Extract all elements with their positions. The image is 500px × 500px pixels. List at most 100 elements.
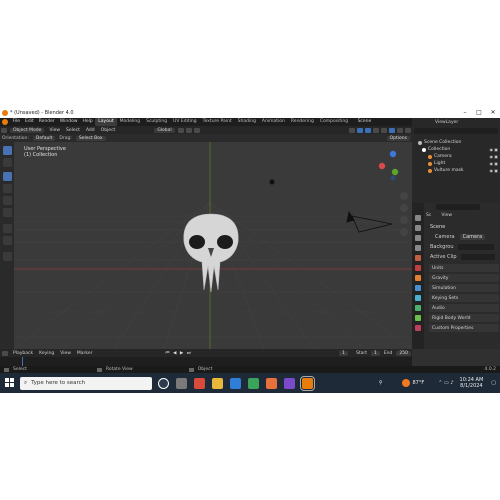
outliner-item-vulture-mask[interactable]: Vulture mask ◉ ▣ [412, 167, 500, 174]
tab-shading[interactable]: Shading [235, 118, 259, 126]
timeline-menu-keying[interactable]: Keying [36, 351, 57, 356]
current-frame-field[interactable]: 1 [339, 350, 348, 356]
windows-start-icon[interactable] [5, 378, 14, 387]
view-layer-tab-icon[interactable] [415, 245, 421, 251]
3d-viewport[interactable]: User Perspective (1) Collection [14, 142, 412, 349]
section-units[interactable]: Units [429, 264, 499, 272]
tab-sculpting[interactable]: Sculpting [143, 118, 170, 126]
timeline-editor-icon[interactable] [2, 350, 8, 356]
timeline-track[interactable] [0, 357, 412, 366]
tab-animation[interactable]: Animation [259, 118, 288, 126]
constraints-tab-icon[interactable] [415, 305, 421, 311]
visibility-icon[interactable]: ◉ ▣ [489, 168, 498, 173]
rotate-tool-icon[interactable] [3, 184, 12, 193]
modifier-tab-icon[interactable] [415, 285, 421, 291]
world-tab-icon[interactable] [415, 265, 421, 271]
tab-layout[interactable]: Layout [95, 118, 117, 126]
drag-dropdown[interactable]: Select Box [75, 135, 106, 141]
end-frame-field[interactable]: 250 [396, 350, 411, 356]
mode-dropdown[interactable]: Object Mode [10, 127, 45, 133]
playback-controls[interactable]: ⏮ ◀ ▶ ⏭ [165, 350, 191, 356]
proportional-edit-icon[interactable] [193, 127, 200, 133]
tab-uv-editing[interactable]: UV Editing [170, 118, 199, 126]
task-view-icon[interactable] [158, 377, 169, 389]
shading-solid-icon[interactable] [389, 127, 395, 133]
section-simulation[interactable]: Simulation [429, 284, 499, 292]
menu-select[interactable]: Select [63, 128, 83, 133]
timeline-menu-marker[interactable]: Marker [74, 351, 96, 356]
grid-view-icon[interactable] [400, 228, 408, 236]
scene-selector[interactable]: Scene [355, 118, 374, 126]
options-dropdown[interactable]: Options [386, 135, 410, 141]
scale-tool-icon[interactable] [3, 196, 12, 205]
menu-add[interactable]: Add [83, 128, 98, 133]
properties-search-input[interactable] [436, 204, 480, 210]
cursor-tool-icon[interactable] [3, 158, 12, 167]
snap-icon[interactable] [185, 127, 192, 133]
visibility-icon[interactable]: ◉ ▣ [489, 147, 498, 152]
scene-section-header[interactable]: Scene [430, 224, 445, 230]
section-custom-properties[interactable]: Custom Properties [429, 324, 499, 332]
outliner-item-scene-collection[interactable]: Scene Collection [412, 139, 500, 146]
tab-compositing[interactable]: Compositing [317, 118, 351, 126]
section-gravity[interactable]: Gravity [429, 274, 499, 282]
shading-rendered-icon[interactable] [405, 127, 411, 133]
select-box-tool-icon[interactable] [3, 146, 12, 155]
outliner-item-light[interactable]: Light ◉ ▣ [412, 160, 500, 167]
annotate-tool-icon[interactable] [3, 224, 12, 233]
close-button[interactable]: ✕ [486, 108, 500, 118]
edge-browser-icon[interactable] [230, 377, 241, 389]
view-layer-label[interactable]: ViewLayer [435, 120, 458, 125]
blender-logo-icon[interactable] [2, 119, 8, 125]
zoom-icon[interactable] [400, 192, 408, 200]
tool-tab-icon[interactable] [415, 215, 421, 221]
menu-render[interactable]: Render [36, 118, 57, 126]
app-icon[interactable] [284, 377, 295, 389]
chrome-browser-icon[interactable] [248, 377, 259, 389]
menu-view[interactable]: View [46, 128, 63, 133]
tab-texture-paint[interactable]: Texture Paint [200, 118, 235, 126]
pivot-icon[interactable] [177, 127, 184, 133]
orientation-dropdown[interactable]: Default [32, 135, 56, 141]
visibility-icon[interactable]: ◉ ▣ [489, 154, 498, 159]
render-tab-icon[interactable] [415, 225, 421, 231]
playhead[interactable] [22, 357, 23, 366]
overlay-toggle-icon[interactable] [365, 127, 371, 133]
material-tab-icon[interactable] [415, 325, 421, 331]
gizmo-toggle-icon[interactable] [357, 127, 363, 133]
timeline-menu-view[interactable]: View [57, 351, 74, 356]
outliner-item-camera[interactable]: Camera ◉ ▣ [412, 153, 500, 160]
measure-tool-icon[interactable] [3, 236, 12, 245]
people-icon[interactable]: ⚲ [379, 380, 383, 386]
pan-hand-icon[interactable] [400, 204, 408, 212]
transform-tool-icon[interactable] [3, 208, 12, 217]
section-keying-sets[interactable]: Keying Sets [429, 294, 499, 302]
outliner-filter-bar[interactable] [414, 128, 498, 134]
editor-type-icon[interactable] [1, 127, 7, 133]
notifications-icon[interactable]: ▢ [491, 380, 496, 386]
timeline-menu-playback[interactable]: Playback [10, 351, 36, 356]
firefox-icon[interactable] [266, 377, 277, 389]
blender-taskbar-icon[interactable] [300, 375, 315, 391]
taskbar-search-input[interactable]: ⌕ Type here to search [20, 376, 152, 390]
output-tab-icon[interactable] [415, 235, 421, 241]
widgets-icon[interactable] [176, 377, 187, 389]
scene-tab-icon[interactable] [415, 255, 421, 261]
tab-rendering[interactable]: Rendering [288, 118, 317, 126]
tab-view-layer[interactable]: View [441, 213, 452, 218]
menu-help[interactable]: Help [80, 118, 95, 126]
menu-object[interactable]: Object [98, 128, 119, 133]
transform-orientation-dropdown[interactable]: Global [154, 127, 175, 133]
minimize-button[interactable]: – [458, 108, 472, 118]
camera-field[interactable]: Camera [459, 234, 486, 240]
visibility-icon[interactable] [349, 127, 355, 133]
camera-view-icon[interactable] [400, 216, 408, 224]
maximize-button[interactable]: □ [472, 108, 486, 118]
section-audio[interactable]: Audio [429, 304, 499, 312]
menu-file[interactable]: File [10, 118, 23, 126]
physics-tab-icon[interactable] [415, 295, 421, 301]
background-set-field[interactable] [457, 244, 494, 250]
tray-icons[interactable]: ⌃ ▭ ♪ [438, 380, 453, 386]
start-frame-field[interactable]: 1 [370, 350, 380, 356]
data-tab-icon[interactable] [415, 315, 421, 321]
